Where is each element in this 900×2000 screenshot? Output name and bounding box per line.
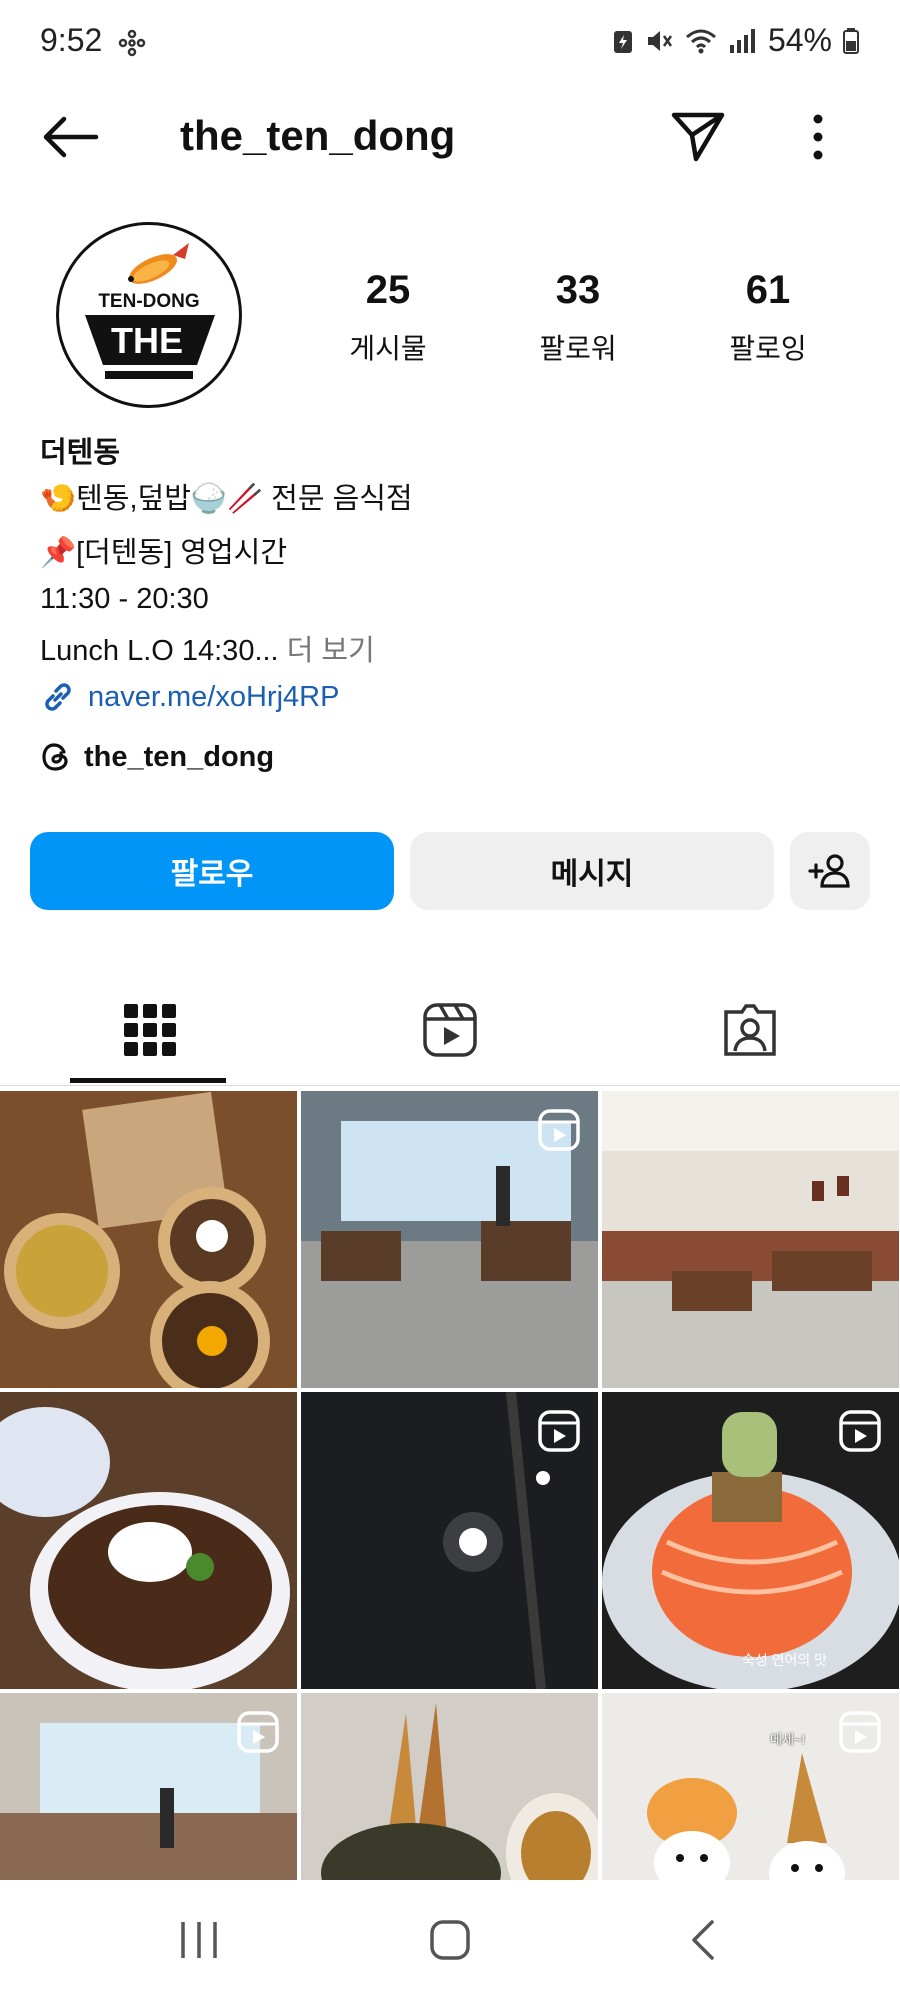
grid-post-1[interactable]: [0, 1091, 297, 1388]
stat-followers[interactable]: 33 팔로워: [498, 268, 658, 367]
grid-post-5[interactable]: [301, 1392, 598, 1689]
grid-post-7[interactable]: [0, 1693, 297, 1881]
bio-line-4: Lunch L.O 14:30...: [40, 635, 279, 667]
shrimp-icon: [128, 243, 189, 284]
grid-post-6[interactable]: 숙성 연어의 맛: [602, 1392, 899, 1689]
threads-badge[interactable]: the_ten_dong: [40, 740, 274, 774]
post-caption: 메세~!: [770, 1732, 806, 1747]
battery-saver-icon: [613, 30, 632, 53]
display-name: 더텐동: [40, 437, 121, 469]
threads-handle: the_ten_dong: [84, 740, 275, 773]
avatar-logo: TEN-DONG THE: [85, 243, 215, 379]
beef-bowl-image: [0, 1392, 297, 1689]
bio-line-2: 📌[더텐동] 영업시간: [40, 537, 288, 569]
avatar[interactable]: TEN-DONG THE: [56, 222, 242, 408]
reel-badge-icon: [237, 1711, 279, 1753]
back-nav-icon[interactable]: [688, 1918, 718, 1962]
stat-following[interactable]: 61 팔로잉: [688, 268, 848, 367]
reels-icon: [423, 1003, 477, 1057]
back-arrow-icon[interactable]: [40, 115, 100, 159]
battery-icon: [843, 27, 859, 54]
reel-badge-icon: [538, 1410, 580, 1452]
recent-apps-icon[interactable]: [178, 1918, 220, 1962]
reel-badge-icon: [839, 1711, 881, 1753]
threads-icon: [42, 743, 68, 771]
grid-icon: [124, 1004, 176, 1056]
system-nav-bar: [0, 1880, 900, 2000]
profile-bio: 더텐동 🍤텐동,덮밥🍚🥢 전문 음식점 📌[더텐동] 영업시간 11:30 - …: [40, 430, 860, 720]
tab-tagged[interactable]: [600, 975, 900, 1085]
clock-text: 9:52: [40, 22, 103, 58]
following-label: 팔로잉: [729, 333, 807, 364]
active-tab-indicator: [70, 1078, 226, 1083]
grid-post-8[interactable]: [301, 1693, 598, 1881]
followers-count: 33: [555, 268, 601, 312]
tab-posts-grid[interactable]: [0, 975, 300, 1085]
status-time: 9:52: [40, 22, 147, 59]
home-icon[interactable]: [428, 1918, 472, 1962]
follow-button[interactable]: 팔로우: [30, 832, 394, 910]
add-person-icon: [808, 854, 850, 888]
mute-icon: [647, 30, 672, 51]
followers-label: 팔로워: [539, 333, 617, 364]
posts-count: 25: [365, 268, 411, 312]
reel-badge-icon: [538, 1109, 580, 1151]
grid-post-4[interactable]: [0, 1392, 297, 1689]
grid-post-9[interactable]: 메세~!: [602, 1693, 899, 1881]
stat-posts[interactable]: 25 게시물: [308, 268, 468, 367]
status-bar: 9:52 54%: [0, 0, 900, 85]
network-icon: [118, 29, 146, 56]
avatar-text-main: THE: [111, 320, 183, 361]
grid-post-2[interactable]: [301, 1091, 598, 1388]
tabs-divider: [0, 1085, 900, 1086]
link-icon: [45, 683, 71, 711]
link-text: naver.me/xoHrj4RP: [88, 681, 340, 713]
tagged-icon: [724, 1004, 776, 1056]
rice-bowls-image: [0, 1091, 297, 1388]
posts-label: 게시물: [349, 333, 427, 364]
battery-percent: 54%: [767, 22, 832, 58]
status-icons: 54%: [612, 22, 860, 59]
dining-room-image: [602, 1091, 899, 1388]
profile-tabs: [0, 975, 900, 1085]
message-button[interactable]: 메시지: [410, 832, 774, 910]
bio-line-3: 11:30 - 20:30: [40, 583, 209, 615]
reel-badge-icon: [839, 1410, 881, 1452]
signal-icon: [729, 28, 755, 53]
page-title: the_ten_dong: [180, 112, 456, 159]
tempura-image: [301, 1693, 598, 1881]
wifi-icon: [685, 29, 716, 53]
external-link[interactable]: naver.me/xoHrj4RP: [40, 674, 860, 720]
posts-grid: 숙성 연어의 맛 메세~!: [0, 1091, 900, 1881]
send-direct-icon[interactable]: [670, 109, 726, 165]
more-options-icon[interactable]: [808, 109, 828, 165]
more-link[interactable]: 더 보기: [287, 635, 375, 667]
following-count: 61: [745, 268, 791, 312]
bio-line-1: 🍤텐동,덮밥🍚🥢 전문 음식점: [40, 483, 413, 515]
post-caption: 숙성 연어의 맛: [742, 1652, 828, 1668]
grid-post-3[interactable]: [602, 1091, 899, 1388]
avatar-text-top: TEN-DONG: [98, 291, 199, 312]
tab-reels[interactable]: [300, 975, 600, 1085]
suggest-accounts-button[interactable]: [790, 832, 870, 910]
